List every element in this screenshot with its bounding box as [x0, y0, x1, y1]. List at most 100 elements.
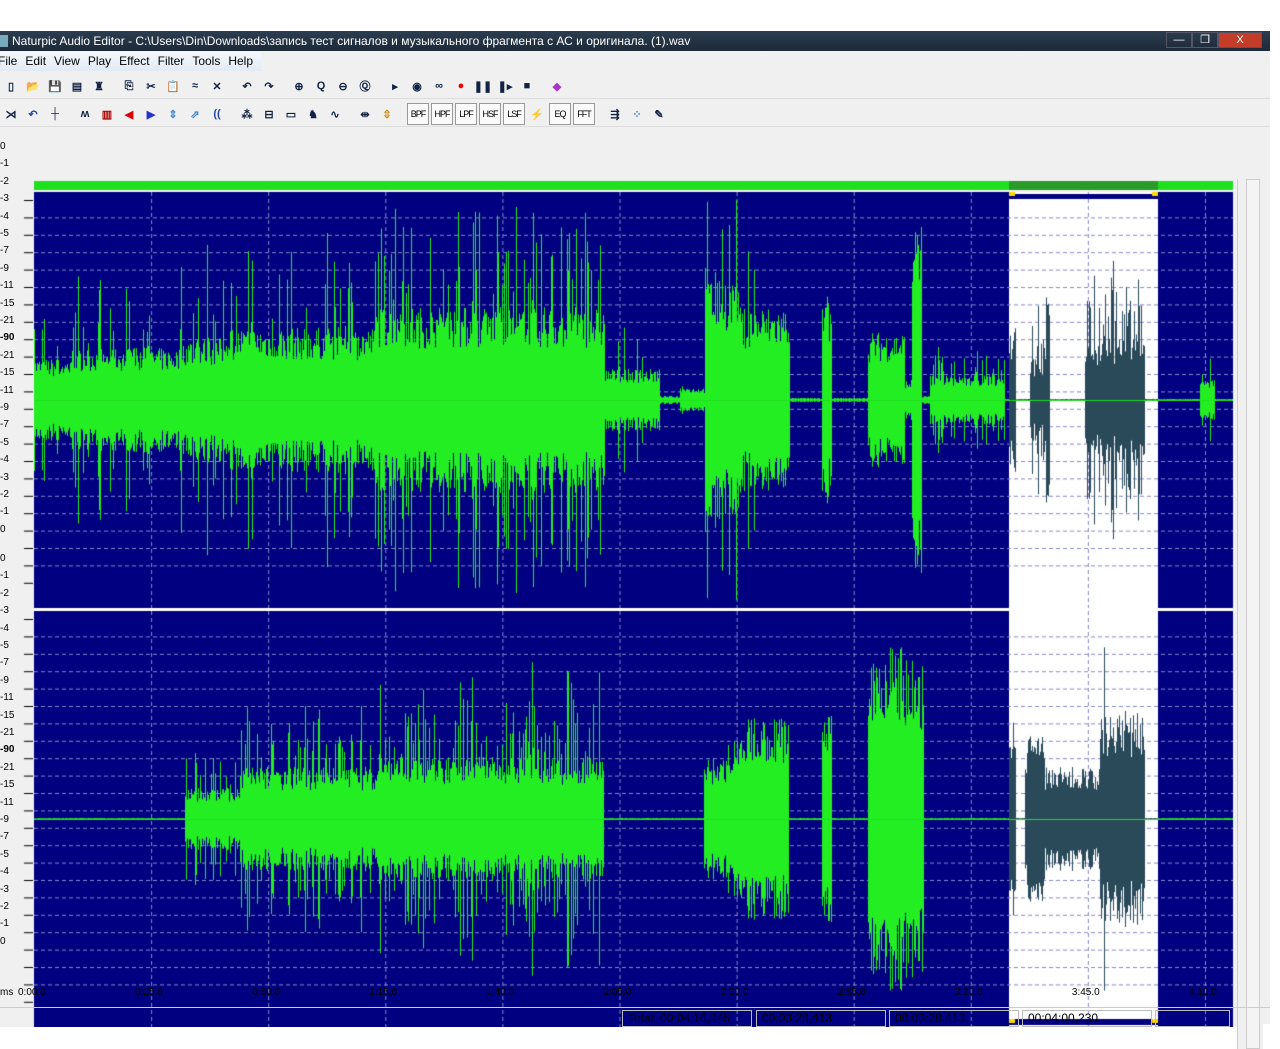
properties-button[interactable]: ▤ [66, 75, 88, 97]
menu-play[interactable]: Play [88, 52, 119, 71]
noise-icon: ⁂ [241, 108, 253, 121]
delete-icon: ✕ [212, 80, 222, 93]
generate-tone-icon: ▭ [285, 108, 297, 121]
step-button[interactable]: ❚▸ [494, 75, 516, 97]
amplitude-scale-label: -11 [0, 796, 14, 808]
cut-button[interactable]: ✂ [140, 75, 162, 97]
menu-filter[interactable]: Filter [158, 52, 193, 71]
zoom-in-button[interactable]: ⊕ [288, 75, 310, 97]
menu-edit[interactable]: Edit [25, 52, 54, 71]
mix-paste-button[interactable]: ≈ [184, 75, 206, 97]
pan-button[interactable]: ⇗ [184, 103, 206, 125]
amplify-button[interactable]: ʍ [74, 103, 96, 125]
status-extra [1155, 1010, 1230, 1027]
play-selection-button[interactable]: ◉ [406, 75, 428, 97]
amplitude-scale-label: -11 [0, 384, 14, 396]
zoom-out-button[interactable]: ⊖ [332, 75, 354, 97]
amplitude-scale-label: -5 [0, 848, 9, 860]
spectrum-button[interactable]: ⁘ [626, 103, 648, 125]
normalize-icon: ▥ [101, 108, 113, 121]
tuning-button[interactable]: ♜ [88, 75, 110, 97]
delete-button[interactable]: ✕ [206, 75, 228, 97]
copy-button[interactable]: ⎘ [118, 75, 140, 97]
amplitude-scale-label: -1 [0, 158, 9, 170]
echo-button[interactable]: (( [206, 103, 228, 125]
zoom-selection-button[interactable]: Q [310, 75, 332, 97]
amplitude-scale-label: -1 [0, 570, 9, 582]
amplitude-scale-label: -7 [0, 419, 9, 431]
new-button[interactable]: ▯ [0, 75, 22, 97]
menu-view[interactable]: View [54, 52, 88, 71]
reverse-button[interactable]: ↶ [22, 103, 44, 125]
copy-icon: ⎘ [124, 79, 134, 92]
marker-button[interactable]: ⇶ [604, 103, 626, 125]
step-icon: ❚▸ [497, 80, 513, 93]
marker-icon: ⇶ [610, 108, 620, 121]
time-unit-label: ms [0, 987, 14, 998]
amplitude-scale-label: -5 [0, 436, 9, 448]
eq-button[interactable]: EQ [549, 103, 571, 125]
save-button[interactable]: 💾 [44, 75, 66, 97]
edit-graph-button[interactable]: ✎ [648, 103, 670, 125]
play-button[interactable]: ▸ [384, 75, 406, 97]
hpf-filter-button[interactable]: HPF [431, 103, 453, 125]
chorus-button[interactable]: ♞ [302, 103, 324, 125]
split-icon: ┼ [51, 108, 59, 120]
volume-button[interactable]: ⇕ [162, 103, 184, 125]
lpf-filter-button[interactable]: LPF [455, 103, 477, 125]
pitch-icon: ⇳ [382, 108, 392, 121]
menu-file[interactable]: File [0, 52, 25, 71]
menu-tools[interactable]: Tools [192, 52, 228, 71]
stretch-button[interactable]: ⇹ [354, 103, 376, 125]
hsf-filter-button[interactable]: HSF [479, 103, 501, 125]
split-button[interactable]: ┼ [44, 103, 66, 125]
menu-effect[interactable]: Effect [119, 52, 157, 71]
redo-button[interactable]: ↷ [258, 75, 280, 97]
waveform-view[interactable] [0, 179, 1237, 1027]
minimize-button[interactable]: — [1166, 32, 1192, 48]
zoom-full-button[interactable]: Ⓠ [354, 75, 376, 97]
custom-filter-button[interactable]: ⚡ [526, 103, 548, 125]
amplitude-scale-label: -4 [0, 210, 9, 222]
amplitude-scale-label: -4 [0, 622, 9, 634]
zoom-full-icon: Ⓠ [359, 81, 371, 93]
time-ruler-label: 3:45.0 [1071, 987, 1100, 998]
fade-in-button[interactable]: ◀ [118, 103, 140, 125]
amplitude-scale-label: -7 [0, 245, 9, 257]
loop-button[interactable]: ∞ [428, 75, 450, 97]
undo-button[interactable]: ↶ [236, 75, 258, 97]
pause-button[interactable]: ❚❚ [472, 75, 494, 97]
help-book-button[interactable]: ◆ [546, 75, 568, 97]
amplitude-scale-label: -9 [0, 262, 9, 274]
lsf-filter-button[interactable]: LSF [503, 103, 525, 125]
vertical-scrollbar[interactable] [1237, 179, 1263, 1049]
amplitude-scale-label: -15 [0, 779, 15, 791]
record-button[interactable]: ● [450, 75, 472, 97]
restore-button[interactable]: ❐ [1192, 32, 1218, 48]
trim-button[interactable]: ⋊ [0, 103, 22, 125]
normalize-button[interactable]: ▥ [96, 103, 118, 125]
title-bar: Naturpic Audio Editor - C:\Users\Din\Dow… [0, 31, 1270, 51]
amplitude-scale-label: -15 [0, 297, 15, 309]
stop-button[interactable]: ■ [516, 75, 538, 97]
amplitude-scale-label: -9 [0, 674, 9, 686]
fft-button[interactable]: FFT [573, 103, 595, 125]
paste-button[interactable]: 📋 [162, 75, 184, 97]
vibrato-button[interactable]: ∿ [324, 103, 346, 125]
spectrum-icon: ⁘ [632, 108, 642, 121]
save-icon: 💾 [48, 80, 62, 93]
amplitude-scale-label: -90 [0, 332, 15, 344]
bpf-filter-button[interactable]: BPF [407, 103, 429, 125]
pitch-button[interactable]: ⇳ [376, 103, 398, 125]
amplitude-scale-label: -15 [0, 709, 15, 721]
open-button[interactable]: 📂 [22, 75, 44, 97]
menu-help[interactable]: Help [228, 52, 261, 71]
close-button[interactable]: X [1218, 32, 1262, 48]
generate-tone-button[interactable]: ▭ [280, 103, 302, 125]
fade-out-button[interactable]: ▶ [140, 103, 162, 125]
cut-icon: ✂ [146, 80, 156, 93]
amplitude-scale-label: -3 [0, 883, 9, 895]
noise-button[interactable]: ⁂ [236, 103, 258, 125]
insert-silence-button[interactable]: ⊟ [258, 103, 280, 125]
status-cursor: 00:03:28,413 [756, 1010, 886, 1027]
